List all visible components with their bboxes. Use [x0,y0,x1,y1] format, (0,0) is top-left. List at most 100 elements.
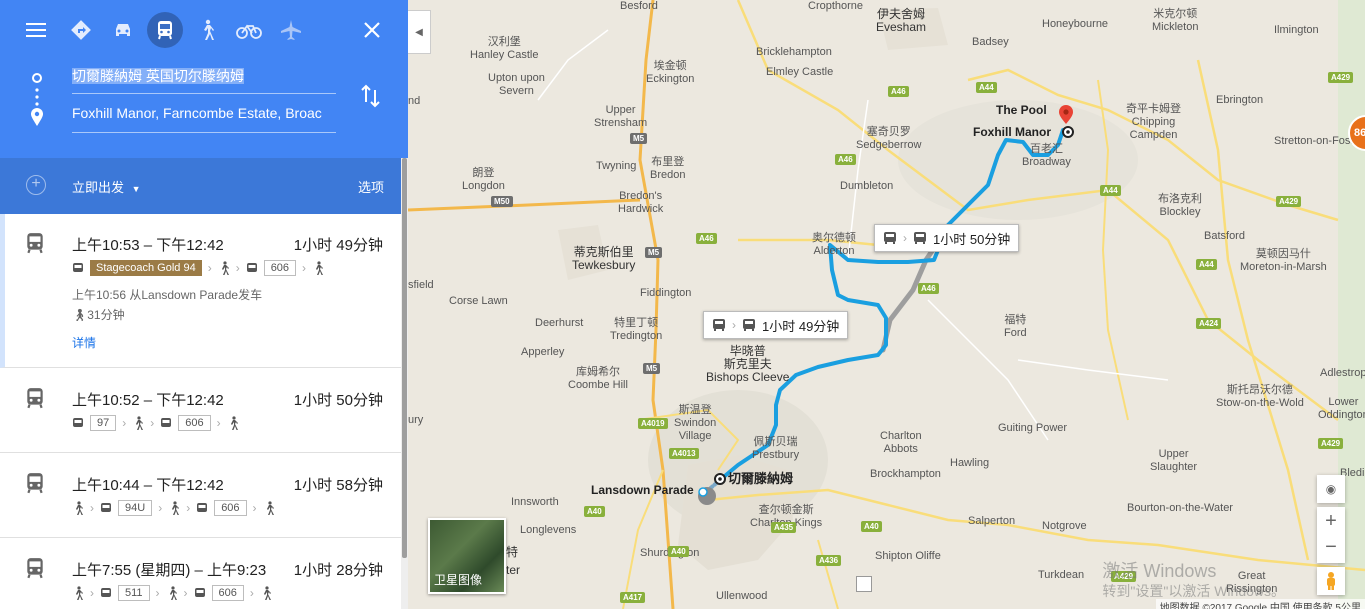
route-option-1[interactable]: 上午10:53 – 下午12:42 1小时 49分钟 Stagecoach Go… [0,214,401,368]
place-label: Brockhampton [870,468,941,480]
place-label: Besford [620,0,658,12]
chevron-right-icon: › [90,501,94,515]
place-label: ury [408,414,424,426]
bus-stop-icon[interactable] [696,485,718,507]
satellite-toggle[interactable]: 卫星图像 [428,518,506,594]
chevron-right-icon: › [903,231,907,245]
pegman-button[interactable] [1317,567,1345,595]
road-badge: M50 [491,196,513,207]
chevron-left-icon: ◀ [415,26,423,38]
road-badge: A44 [1100,185,1121,196]
walk-icon[interactable] [189,12,225,48]
place-label: Apperley [521,346,565,358]
place-label: Cropthorne [808,0,864,12]
place-label: 福特 Ford [1004,314,1027,339]
my-location-button[interactable]: ◉ [1317,475,1345,503]
road-badge: A424 [1196,318,1222,329]
swap-icon[interactable] [360,84,382,111]
route-option-4[interactable]: 上午7:55 (星期四) – 上午9:23 1小时 28分钟 › 511 › ›… [0,539,401,609]
zoom-in-button[interactable]: + [1325,507,1337,535]
road-badge: A40 [584,506,605,517]
lansdown-parade-label: Lansdown Parade [591,483,694,497]
place-label: 奇平卡姆登 Chipping Campden [1126,103,1181,141]
chevron-right-icon: › [252,501,257,515]
zoom-out-button[interactable]: − [1325,535,1337,563]
road-badge: A40 [861,521,882,532]
destination-input[interactable]: Foxhill Manor, Farncombe Estate, Broac [72,105,336,133]
collapse-panel-button[interactable]: ◀ [408,10,431,54]
foxhill-manor-label[interactable]: Foxhill Manor [973,126,1051,139]
chevron-right-icon: › [732,318,736,332]
road-badge: A435 [771,522,797,533]
scrollbar-thumb[interactable] [402,158,407,558]
menu-icon[interactable] [18,12,54,48]
walk-icon [76,586,83,600]
place-label: Bredon's Hardwick [618,190,664,215]
walk-icon [169,586,177,600]
chevron-right-icon: › [150,416,155,430]
place-label: Upton upon Severn [488,72,545,97]
bicycle-icon[interactable] [231,12,267,48]
walk-icon [266,501,274,515]
route-time: 上午10:53 – 下午12:42 [72,237,224,254]
chevron-right-icon: › [249,586,254,600]
walk-icon [230,416,238,430]
route-dots-icon [31,73,43,126]
destination-value: Foxhill Manor, Farncombe Estate, Broac [72,105,322,121]
route-duration-tooltip[interactable]: › 1小时 49分钟 [703,311,849,339]
watermark-line2: 转到"设置"以激活 Windows。 [1102,583,1285,599]
road-badge: A4013 [669,448,699,459]
origin-value: 切爾滕納姆 英国切尔滕纳姆 [72,68,244,84]
broken-image-icon [856,576,872,592]
place-label: 蒂克斯伯里 Tewkesbury [572,245,636,272]
route-duration: 1小时 28分钟 [293,562,383,579]
details-link[interactable]: 详情 [72,334,96,351]
route-list-scrollbar[interactable] [401,158,408,609]
place-label: Badsey [972,36,1009,48]
road-badge: A46 [888,86,909,97]
transit-icon[interactable] [147,12,183,48]
place-label: Adlestrop [1320,367,1365,379]
place-label: Hawling [950,457,990,469]
the-pool-label: The Pool [996,103,1047,117]
map-canvas[interactable]: ◀ 伊夫舍姆 Evesham 汉利堡 Hanley Castle 埃金顿 Ecking… [408,0,1365,609]
destination-pin-icon[interactable] [1058,104,1080,138]
route-option-3[interactable]: 上午10:44 – 下午12:42 1小时 58分钟 › 94U › › 606… [0,454,401,538]
origin-marker-icon[interactable] [713,472,727,486]
place-label: Ilmington [1274,24,1319,36]
road-badge: M5 [645,247,663,258]
place-label: 埃金顿 Eckington [646,60,695,85]
tooltip-duration: 1小时 49分钟 [762,318,840,334]
place-label: nd [408,95,421,107]
route-duration-tooltip[interactable]: › 1小时 50分钟 [874,224,1020,252]
route-duration: 1小时 50分钟 [293,392,383,409]
road-badge: M5 [630,133,648,144]
bus-icon [161,418,172,427]
depart-options-bar: + 立即出发 ▼ 选项 [0,158,408,214]
car-icon[interactable] [105,12,141,48]
line-chip: 94U [118,500,153,516]
walk-icon [221,261,229,275]
place-label: Honeybourne [1042,18,1109,30]
chevron-right-icon: › [158,501,163,515]
walk-icon: 🚶︎ [72,308,88,322]
flight-icon[interactable] [273,12,309,48]
add-destination-icon[interactable]: + [26,175,46,195]
map-base [408,0,1365,609]
place-label: Elmley Castle [766,66,834,78]
place-label: 毕晓普 斯克里夫 Bishops Cleeve [706,344,790,384]
place-label: Salperton [968,515,1016,527]
place-label: 布洛克利 Blockley [1158,193,1202,218]
chevron-right-icon: › [90,586,94,600]
close-icon[interactable] [354,12,390,48]
route-steps: › 94U › › 606 › [72,500,275,516]
depart-time-select[interactable]: 立即出发 ▼ [72,177,141,196]
origin-input[interactable]: 切爾滕納姆 英国切尔滕纳姆 [72,66,336,94]
options-button[interactable]: 选项 [358,177,384,196]
place-label: 百老汇 Broadway [1022,143,1071,168]
road-badge: A436 [816,555,842,566]
place-label: Deerhurst [535,317,584,329]
directions-icon[interactable] [63,12,99,48]
route-option-2[interactable]: 上午10:52 – 下午12:42 1小时 50分钟 97 › › 606 › [0,369,401,453]
place-label: Upper Strensham [594,104,648,129]
